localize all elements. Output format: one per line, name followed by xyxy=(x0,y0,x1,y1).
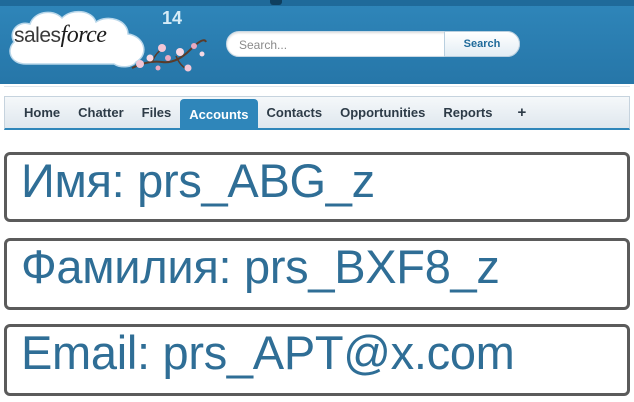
release-version-badge: 14 xyxy=(162,8,183,28)
first-name-text: Имя: prs_ABG_z xyxy=(21,154,375,207)
email-text: Email: prs_APT@x.com xyxy=(21,326,515,379)
tab-accounts[interactable]: Accounts xyxy=(180,98,258,130)
logo-suffix: force xyxy=(60,22,107,48)
tab-contacts[interactable]: Contacts xyxy=(258,99,332,127)
search-input[interactable] xyxy=(239,36,429,54)
tab-home[interactable]: Home xyxy=(15,99,69,127)
salesforce-logo-text: salesforce xyxy=(14,22,144,49)
tab-opportunities[interactable]: Opportunities xyxy=(331,99,434,127)
tab-files[interactable]: Files xyxy=(133,99,181,127)
logo-prefix: sales xyxy=(14,24,61,47)
tab-bar: Home Chatter Files Accounts Contacts Opp… xyxy=(4,96,630,130)
tab-list: Home Chatter Files Accounts Contacts Opp… xyxy=(15,97,535,130)
add-tab-plus-icon[interactable]: + xyxy=(501,99,535,127)
last-name-text: Фамилия: prs_BXF8_z xyxy=(21,240,500,293)
top-strip-marker xyxy=(270,0,282,5)
email-box: Email: prs_APT@x.com xyxy=(4,324,630,396)
search-button[interactable]: Search xyxy=(444,31,520,57)
tab-bar-top-line xyxy=(4,86,630,87)
cherry-blossom-icon xyxy=(131,39,207,72)
tab-reports[interactable]: Reports xyxy=(434,99,501,127)
tab-chatter[interactable]: Chatter xyxy=(69,99,133,127)
first-name-box: Имя: prs_ABG_z xyxy=(4,152,630,222)
last-name-box: Фамилия: prs_BXF8_z xyxy=(4,238,630,310)
salesforce-header: salesforce 14 Search xyxy=(0,0,634,84)
